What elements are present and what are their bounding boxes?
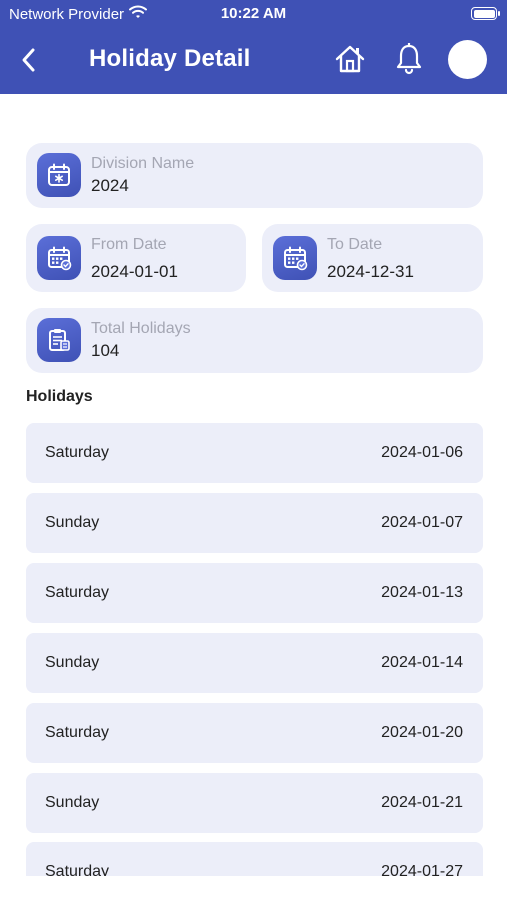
from-date-card: From Date 2024-01-01 [26,224,246,292]
holiday-date: 2024-01-07 [381,514,463,531]
from-date-value: 2024-01-01 [91,262,178,281]
calendar-check-icon [273,236,317,280]
status-time: 10:22 AM [220,5,287,22]
clipboard-list-icon [37,318,81,362]
holiday-day: Saturday [45,444,110,461]
holidays-section-title: Holidays [26,388,93,405]
holiday-date: 2024-01-21 [381,794,463,811]
holiday-date: 2024-01-06 [381,444,463,461]
calendar-check-icon [37,236,81,280]
to-date-value: 2024-12-31 [327,262,414,281]
status-bar: Network Provider 10:22 AM [0,0,507,28]
total-holidays-value: 104 [91,341,120,360]
battery-icon [471,7,500,20]
bell-icon [396,43,422,75]
holiday-day: Saturday [45,584,110,601]
calendar-icon [37,153,81,197]
notifications-button[interactable] [393,42,425,76]
holiday-day: Sunday [45,794,100,811]
to-date-card: To Date 2024-12-31 [262,224,483,292]
holiday-date: 2024-01-13 [381,584,463,601]
holiday-row[interactable]: Saturday 2024-01-06 [26,423,483,483]
page-title: Holiday Detail [89,45,251,72]
home-icon [335,45,365,73]
app-bar: Holiday Detail [0,28,507,94]
holiday-date: 2024-01-14 [381,654,463,671]
holidays-list[interactable]: Saturday 2024-01-06 Sunday 2024-01-07 Sa… [0,423,507,876]
holiday-day: Sunday [45,514,100,531]
holiday-day: Saturday [45,863,110,876]
holiday-day: Sunday [45,654,100,671]
chevron-left-icon [22,48,35,72]
holiday-row[interactable]: Saturday 2024-01-13 [26,563,483,623]
avatar[interactable] [448,40,487,79]
holiday-row[interactable]: Sunday 2024-01-21 [26,773,483,833]
total-holidays-card: Total Holidays 104 [26,308,483,373]
holiday-date: 2024-01-20 [381,724,463,741]
division-name-card: Division Name 2024 [26,143,483,208]
division-name-value: 2024 [91,176,129,195]
holiday-row[interactable]: Saturday 2024-01-27 [26,842,483,876]
back-button[interactable] [14,45,44,75]
home-button[interactable] [333,42,367,76]
holiday-row[interactable]: Saturday 2024-01-20 [26,703,483,763]
total-holidays-label: Total Holidays [91,320,191,337]
holiday-date: 2024-01-27 [381,863,463,876]
from-date-label: From Date [91,236,167,253]
holiday-row[interactable]: Sunday 2024-01-14 [26,633,483,693]
holiday-day: Saturday [45,724,110,741]
to-date-label: To Date [327,236,383,253]
holiday-row[interactable]: Sunday 2024-01-07 [26,493,483,553]
division-name-label: Division Name [91,155,195,172]
